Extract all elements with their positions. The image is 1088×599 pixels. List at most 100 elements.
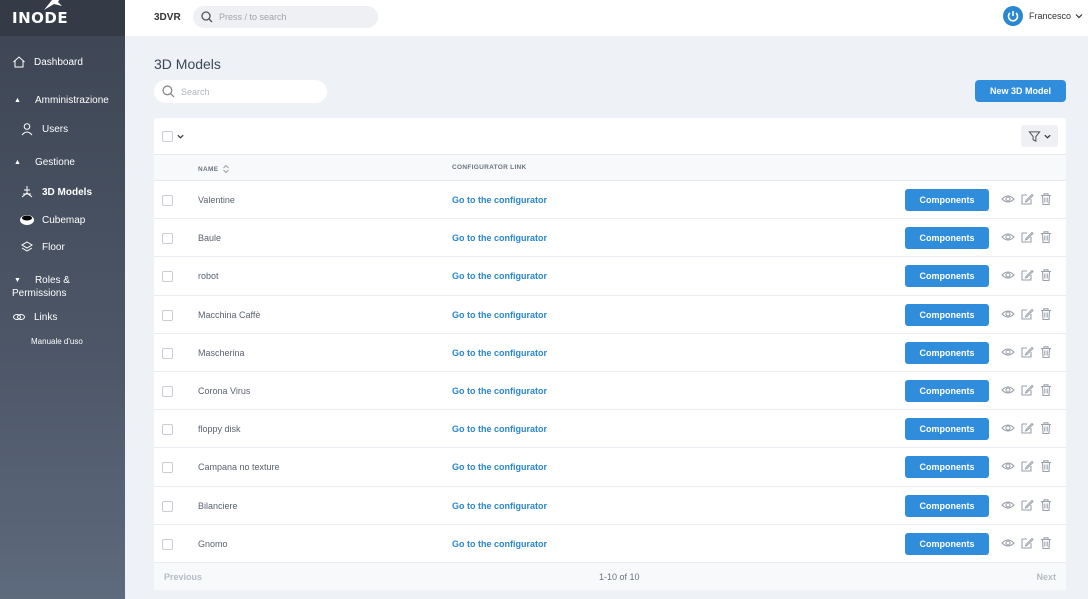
table-row: Mascherina Go to the configurator Compon…	[154, 334, 1066, 372]
new-3d-model-button[interactable]: New 3D Model	[975, 80, 1066, 102]
edit-icon[interactable]	[1020, 498, 1034, 512]
eye-icon[interactable]	[1001, 230, 1015, 244]
configurator-link[interactable]: Go to the configurator	[452, 462, 547, 472]
sidebar-item-floor[interactable]: Floor	[20, 240, 65, 254]
sidebar-item-3d-models[interactable]: 3D Models	[20, 185, 92, 199]
sidebar-section-amministrazione[interactable]: ▲ Amministrazione	[12, 95, 109, 106]
configurator-link[interactable]: Go to the configurator	[452, 310, 547, 320]
edit-icon[interactable]	[1020, 459, 1034, 473]
bulk-select[interactable]	[162, 131, 185, 142]
eye-icon[interactable]	[1001, 345, 1015, 359]
components-button[interactable]: Components	[905, 189, 989, 211]
select-all-checkbox[interactable]	[162, 131, 173, 142]
configurator-link[interactable]: Go to the configurator	[452, 271, 547, 281]
trash-icon[interactable]	[1039, 498, 1053, 512]
eye-icon[interactable]	[1001, 192, 1015, 206]
power-icon	[1007, 11, 1019, 22]
edit-icon[interactable]	[1020, 536, 1034, 550]
layers-icon	[21, 241, 33, 252]
eye-icon[interactable]	[1001, 536, 1015, 550]
edit-icon[interactable]	[1020, 383, 1034, 397]
trash-icon[interactable]	[1039, 230, 1053, 244]
trash-icon[interactable]	[1039, 421, 1053, 435]
next-page-button[interactable]: Next	[1036, 572, 1056, 582]
sidebar-item-dashboard[interactable]: Dashboard	[12, 55, 83, 69]
trash-icon[interactable]	[1039, 345, 1053, 359]
global-search-input[interactable]	[219, 12, 369, 22]
configurator-link[interactable]: Go to the configurator	[452, 424, 547, 434]
app-name: 3DVR	[154, 12, 181, 23]
filter-button[interactable]	[1021, 125, 1058, 147]
trash-icon[interactable]	[1039, 459, 1053, 473]
search-box[interactable]	[154, 80, 327, 103]
edit-icon[interactable]	[1020, 307, 1034, 321]
row-checkbox[interactable]	[162, 309, 173, 321]
trash-icon[interactable]	[1039, 536, 1053, 550]
eye-icon[interactable]	[1001, 383, 1015, 397]
model-name: Gnomo	[198, 538, 228, 549]
row-checkbox[interactable]	[162, 424, 173, 436]
components-button[interactable]: Components	[905, 456, 989, 479]
chevron-down-icon[interactable]	[176, 132, 185, 141]
components-button[interactable]: Components	[905, 227, 989, 250]
components-button[interactable]: Components	[905, 379, 989, 402]
row-checkbox[interactable]	[162, 385, 173, 397]
previous-page-button[interactable]: Previous	[164, 572, 202, 582]
row-checkbox[interactable]	[162, 500, 173, 512]
edit-icon[interactable]	[1020, 192, 1034, 206]
avatar	[1002, 6, 1023, 26]
chevron-down-icon	[1043, 134, 1051, 139]
table-row: Gnomo Go to the configurator Components	[154, 525, 1066, 563]
edit-icon[interactable]	[1020, 230, 1034, 244]
row-checkbox[interactable]	[162, 347, 173, 359]
configurator-link[interactable]: Go to the configurator	[452, 195, 547, 205]
edit-icon[interactable]	[1020, 345, 1034, 359]
row-checkbox[interactable]	[162, 271, 173, 283]
row-checkbox[interactable]	[162, 538, 173, 550]
sidebar-item-links[interactable]: Links	[12, 310, 57, 324]
table-row: Campana no texture Go to the configurato…	[154, 448, 1066, 487]
model-name: Mascherina	[198, 347, 245, 358]
trash-icon[interactable]	[1039, 383, 1053, 397]
trash-icon[interactable]	[1039, 268, 1053, 282]
eye-icon[interactable]	[1001, 268, 1015, 282]
table-row: floppy disk Go to the configurator Compo…	[154, 410, 1066, 449]
sidebar-section-label-line2: Permissions	[12, 288, 67, 299]
sidebar-section-roles-permissions[interactable]: ▼ Roles & Permissions	[12, 275, 70, 299]
eye-icon[interactable]	[1001, 421, 1015, 435]
trash-icon[interactable]	[1039, 307, 1053, 321]
sidebar-section-gestione[interactable]: ▲ Gestione	[12, 157, 75, 168]
components-button[interactable]: Components	[905, 303, 989, 326]
filter-icon	[1027, 130, 1041, 142]
edit-icon[interactable]	[1020, 268, 1034, 282]
global-search[interactable]	[193, 6, 378, 28]
edit-icon[interactable]	[1020, 421, 1034, 435]
row-checkbox[interactable]	[162, 233, 173, 245]
configurator-link[interactable]: Go to the configurator	[452, 501, 547, 511]
sidebar-item-manuale[interactable]: Manuale d'uso	[31, 337, 83, 346]
sidebar-item-users[interactable]: Users	[20, 122, 68, 136]
search-input[interactable]	[181, 86, 321, 97]
sidebar-item-cubemap[interactable]: Cubemap	[20, 213, 85, 227]
components-button[interactable]: Components	[905, 532, 989, 555]
eye-icon[interactable]	[1001, 307, 1015, 321]
components-button[interactable]: Components	[905, 494, 989, 517]
components-button[interactable]: Components	[905, 265, 989, 288]
table-row: robot Go to the configurator Components	[154, 257, 1066, 296]
components-button[interactable]: Components	[905, 341, 989, 364]
logo[interactable]: INODE	[0, 0, 125, 36]
trash-icon[interactable]	[1039, 192, 1053, 206]
configurator-link[interactable]: Go to the configurator	[452, 539, 547, 549]
row-checkbox[interactable]	[162, 462, 173, 474]
configurator-link[interactable]: Go to the configurator	[452, 386, 547, 396]
eye-icon[interactable]	[1001, 459, 1015, 473]
configurator-link[interactable]: Go to the configurator	[452, 348, 547, 358]
components-button[interactable]: Components	[905, 418, 989, 441]
search-icon	[201, 11, 213, 23]
user-menu[interactable]: Francesco	[1002, 6, 1084, 26]
eye-icon[interactable]	[1001, 498, 1015, 512]
configurator-link[interactable]: Go to the configurator	[452, 233, 547, 243]
column-header-name[interactable]: NAME	[198, 164, 230, 174]
row-checkbox[interactable]	[162, 195, 173, 206]
collapse-triangle-icon: ▲	[14, 159, 21, 166]
